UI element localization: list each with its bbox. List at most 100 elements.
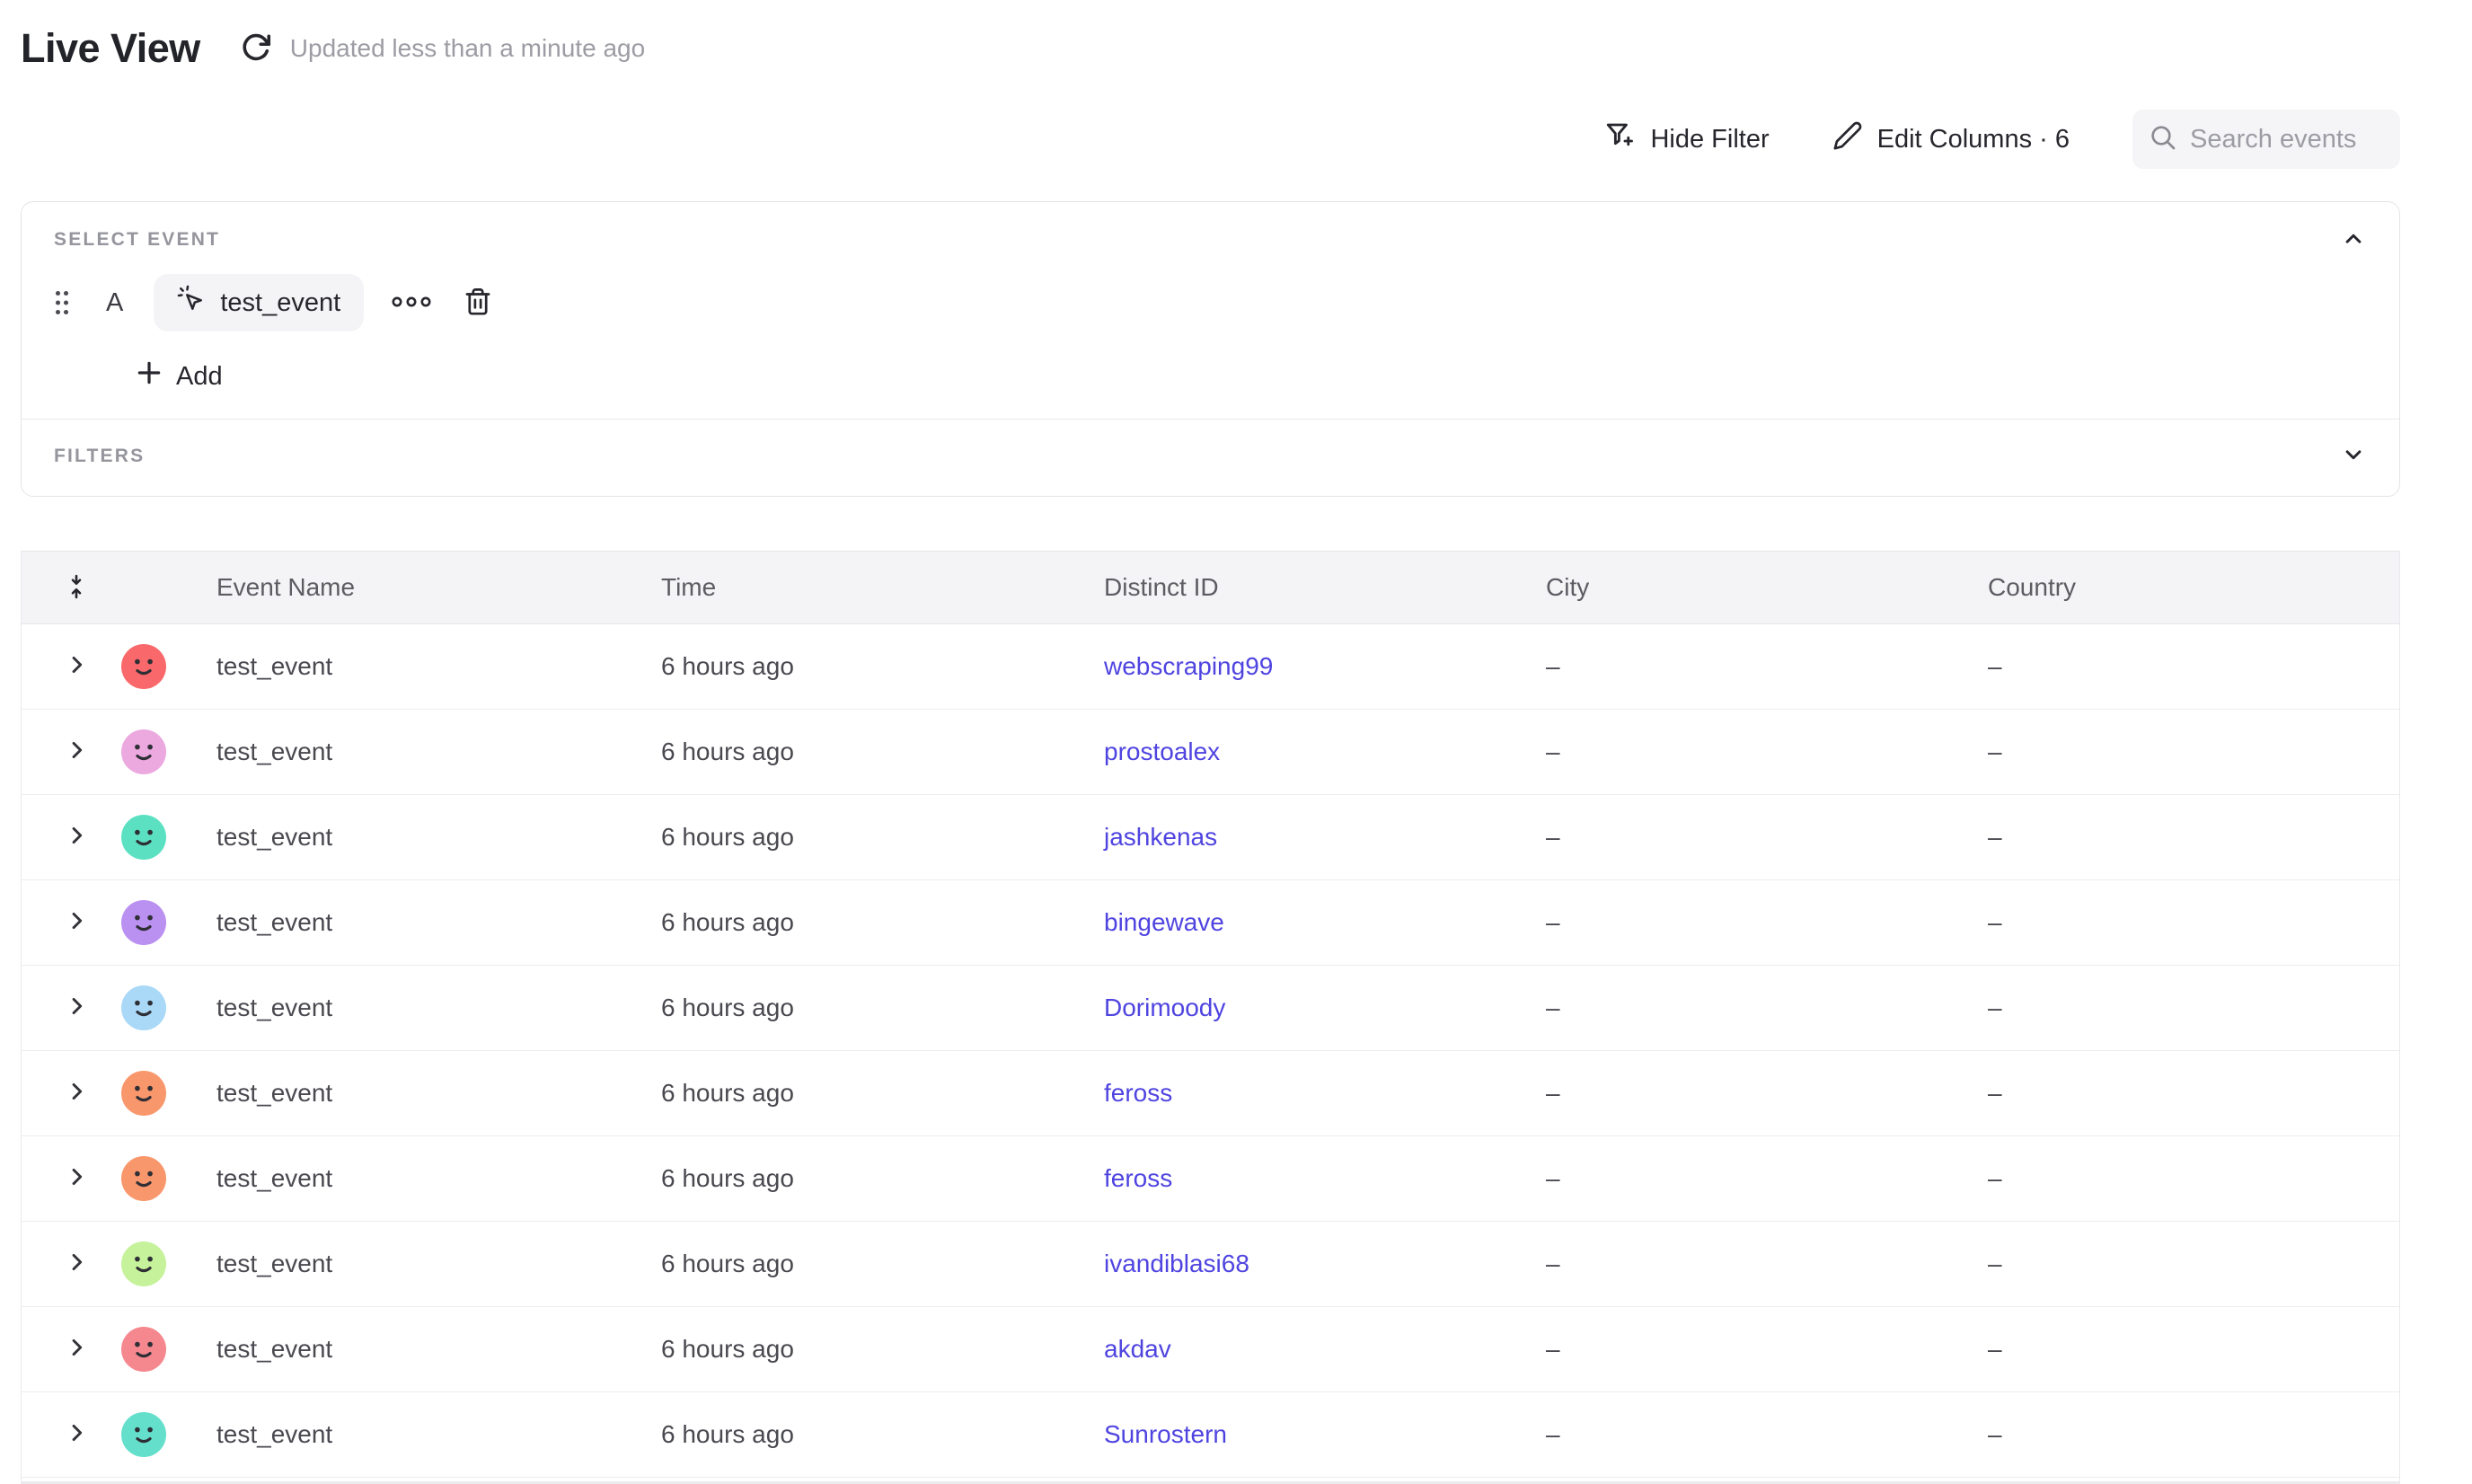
table-row[interactable]: test_event 6 hours ago feross – –: [22, 1051, 2399, 1136]
city-cell: –: [1537, 1420, 1979, 1449]
collapse-arrows-icon: [63, 573, 90, 603]
page-header: Live View Updated less than a minute ago: [21, 0, 2400, 75]
country-cell: –: [1979, 908, 2399, 937]
distinct-id-link[interactable]: bingewave: [1104, 908, 1224, 936]
country-cell: –: [1979, 1250, 2399, 1278]
event-row: A test_event: [22, 252, 2399, 331]
avatar-cell: [101, 1241, 187, 1286]
chevron-right-icon[interactable]: [64, 908, 89, 938]
hide-filter-button[interactable]: Hide Filter: [1603, 119, 1769, 159]
expand-cell: [22, 1164, 101, 1194]
delete-event-button[interactable]: [463, 287, 493, 320]
collapse-section-button[interactable]: [2340, 225, 2367, 255]
chevron-right-icon[interactable]: [64, 1079, 89, 1109]
chevron-right-icon[interactable]: [64, 652, 89, 682]
add-label: Add: [176, 362, 223, 392]
distinct-id-link[interactable]: Dorimoody: [1104, 994, 1225, 1021]
query-builder-panel: SELECT EVENT A: [21, 201, 2400, 497]
table-row[interactable]: test_event 6 hours ago Sunrostern – –: [22, 1392, 2399, 1478]
distinct-id-link[interactable]: akdav: [1104, 1335, 1171, 1363]
event-options-button[interactable]: [391, 294, 432, 313]
country-cell: –: [1979, 738, 2399, 766]
select-event-label: SELECT EVENT: [54, 229, 220, 251]
chevron-down-icon: [2340, 441, 2367, 471]
chevron-right-icon[interactable]: [64, 1420, 89, 1450]
expand-filters-button[interactable]: [2340, 441, 2367, 471]
country-cell: –: [1979, 1164, 2399, 1193]
country-cell: –: [1979, 652, 2399, 681]
avatar: [121, 985, 166, 1030]
updated-status: Updated less than a minute ago: [290, 34, 645, 63]
table-row[interactable]: test_event 6 hours ago feross – –: [22, 1136, 2399, 1222]
distinct-id-link[interactable]: prostoalex: [1104, 738, 1220, 765]
city-cell: –: [1537, 652, 1979, 681]
event-name-cell: test_event: [187, 1420, 652, 1449]
avatar-cell: [101, 985, 187, 1030]
col-header-event-name: Event Name: [187, 573, 652, 602]
add-event-button[interactable]: Add: [135, 358, 223, 394]
live-view-page: Live View Updated less than a minute ago…: [21, 0, 2400, 1484]
collapse-all-cell: [22, 573, 101, 603]
chevron-right-icon[interactable]: [64, 1335, 89, 1365]
avatar-cell: [101, 900, 187, 945]
event-name-cell: test_event: [187, 738, 652, 766]
chevron-right-icon[interactable]: [64, 994, 89, 1023]
search-box: [2132, 110, 2400, 169]
event-select-chip[interactable]: test_event: [154, 274, 364, 331]
edit-columns-button[interactable]: Edit Columns · 6: [1832, 120, 2070, 158]
event-name-cell: test_event: [187, 652, 652, 681]
expand-cell: [22, 908, 101, 938]
avatar: [121, 1071, 166, 1116]
table-row[interactable]: test_event 6 hours ago akdav – –: [22, 1307, 2399, 1392]
event-name-cell: test_event: [187, 823, 652, 852]
city-cell: –: [1537, 908, 1979, 937]
avatar-cell: [101, 1156, 187, 1201]
refresh-icon: [240, 31, 272, 66]
distinct-id-link[interactable]: feross: [1104, 1079, 1172, 1107]
distinct-id-link[interactable]: webscraping99: [1104, 652, 1273, 680]
avatar: [121, 1241, 166, 1286]
table-row[interactable]: test_event 6 hours ago webscraping99 – –: [22, 624, 2399, 710]
event-name-cell: test_event: [187, 1079, 652, 1108]
expand-cell: [22, 1250, 101, 1279]
avatar-cell: [101, 1071, 187, 1116]
filter-plus-icon: [1603, 119, 1636, 159]
refresh-button[interactable]: [238, 31, 274, 66]
distinct-id-link[interactable]: feross: [1104, 1164, 1172, 1192]
time-cell: 6 hours ago: [652, 738, 1095, 766]
avatar-cell: [101, 644, 187, 689]
event-name-cell: test_event: [187, 994, 652, 1022]
filters-label: FILTERS: [54, 446, 145, 467]
avatar-cell: [101, 815, 187, 860]
avatar-cell: [101, 1327, 187, 1372]
distinct-id-link[interactable]: ivandiblasi68: [1104, 1250, 1249, 1277]
table-row[interactable]: test_event 6 hours ago bingewave – –: [22, 880, 2399, 966]
event-name-cell: test_event: [187, 1250, 652, 1278]
city-cell: –: [1537, 823, 1979, 852]
time-cell: 6 hours ago: [652, 1079, 1095, 1108]
selected-event-label: test_event: [220, 288, 340, 318]
collapse-rows-button[interactable]: [63, 573, 90, 603]
table-row[interactable]: test_event 6 hours ago prostoalex – –: [22, 710, 2399, 795]
table-row[interactable]: test_event 6 hours ago Dorimoody – –: [22, 966, 2399, 1051]
expand-cell: [22, 1420, 101, 1450]
country-cell: –: [1979, 1079, 2399, 1108]
distinct-id-link[interactable]: Sunrostern: [1104, 1420, 1227, 1448]
avatar: [121, 900, 166, 945]
expand-cell: [22, 1079, 101, 1109]
chevron-right-icon[interactable]: [64, 1164, 89, 1194]
chevron-right-icon[interactable]: [64, 823, 89, 852]
chevron-right-icon[interactable]: [64, 1250, 89, 1279]
country-cell: –: [1979, 1335, 2399, 1364]
expand-cell: [22, 738, 101, 767]
avatar: [121, 729, 166, 774]
drag-handle-icon[interactable]: [54, 289, 70, 316]
avatar-cell: [101, 729, 187, 774]
time-cell: 6 hours ago: [652, 994, 1095, 1022]
distinct-id-link[interactable]: jashkenas: [1104, 823, 1217, 851]
table-row[interactable]: test_event 6 hours ago jashkenas – –: [22, 795, 2399, 880]
search-input[interactable]: [2190, 125, 2384, 155]
chevron-right-icon[interactable]: [64, 738, 89, 767]
plus-icon: [135, 358, 163, 394]
table-row[interactable]: test_event 6 hours ago ivandiblasi68 – –: [22, 1222, 2399, 1307]
